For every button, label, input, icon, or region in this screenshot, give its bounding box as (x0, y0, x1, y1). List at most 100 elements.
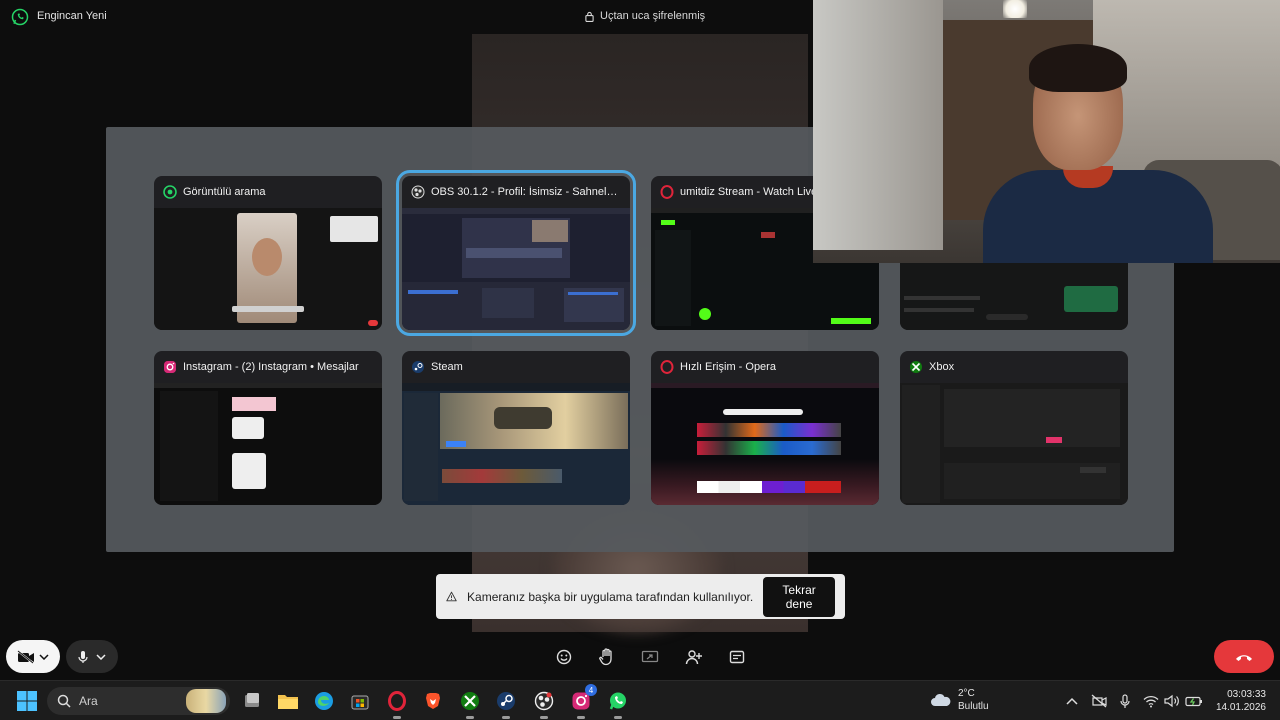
file-explorer-icon (245, 693, 259, 707)
steam-icon (412, 361, 424, 373)
end-call-button[interactable] (1214, 640, 1274, 673)
emoji-reaction-button[interactable] (554, 647, 574, 667)
window-card-header: Hızlı Erişim - Opera (651, 351, 879, 383)
instagram-icon (164, 361, 176, 373)
window-card-instagram[interactable]: Instagram - (2) Instagram • Mesajlar (154, 351, 382, 505)
encryption-text: Uçtan uca şifrelenmiş (600, 10, 706, 22)
obs-icon (411, 185, 425, 199)
window-title: Instagram - (2) Instagram • Mesajlar (183, 361, 359, 373)
microphone-icon (78, 650, 88, 663)
hang-up-icon (1236, 654, 1252, 661)
whatsapp-call-window: Engincan Yeni Uçtan uca şifrelenmiş Görü… (0, 0, 1280, 680)
window-thumbnail (651, 383, 879, 505)
microphone-toggle-button[interactable] (66, 640, 118, 673)
weather-temperature: 2°C (958, 688, 975, 699)
window-title: OBS 30.1.2 - Profil: İsimsiz - Sahneler:… (431, 186, 621, 198)
retry-button[interactable]: Tekrar dene (763, 576, 835, 617)
xbox-icon (461, 692, 479, 710)
window-card-header: Instagram - (2) Instagram • Mesajlar (154, 351, 382, 383)
window-card-opera[interactable]: Hızlı Erişim - Opera (651, 351, 879, 505)
window-card-xbox[interactable]: Xbox (900, 351, 1128, 505)
background-window (813, 0, 943, 250)
window-thumbnail (402, 208, 630, 330)
window-card-obs[interactable]: OBS 30.1.2 - Profil: İsimsiz - Sahneler:… (396, 170, 636, 336)
camera-toggle-button[interactable] (6, 640, 60, 673)
whatsapp-icon (609, 692, 626, 710)
opera-icon (660, 360, 674, 374)
encryption-indicator: Uçtan uca şifrelenmiş (585, 10, 705, 22)
window-card-steam[interactable]: Steam (402, 351, 630, 505)
taskbar-brave[interactable] (421, 689, 445, 713)
taskbar-edge[interactable] (312, 689, 336, 713)
chevron-down-icon[interactable] (96, 653, 106, 660)
windows-taskbar: Ara 4 2°C Bulutlu 03:03:33 14.01.2026 (0, 680, 1280, 720)
window-card-header: Görüntülü arama (154, 176, 382, 208)
weather-widget[interactable]: 2°C Bulutlu (930, 687, 989, 713)
window-card-header: OBS 30.1.2 - Profil: İsimsiz - Sahneler:… (402, 176, 630, 208)
window-title: Steam (431, 361, 463, 373)
tray-volume[interactable] (1163, 692, 1181, 710)
window-title: Hızlı Erişim - Opera (680, 361, 776, 373)
search-highlight-image (186, 689, 226, 713)
window-card-video-call[interactable]: Görüntülü arama (154, 176, 382, 330)
windows-start-icon[interactable] (16, 690, 38, 712)
store-icon (351, 695, 369, 710)
taskbar-instagram[interactable]: 4 (569, 684, 597, 719)
ceiling-light (1003, 0, 1027, 18)
self-video-preview[interactable] (813, 0, 1280, 263)
taskbar-opera[interactable] (385, 689, 409, 719)
cloud-icon (931, 693, 951, 706)
steam-icon (497, 692, 515, 710)
weather-text: 2°C Bulutlu (958, 687, 989, 713)
screen-share-icon (641, 650, 659, 663)
window-title: Görüntülü arama (183, 186, 266, 198)
smiley-icon (556, 649, 572, 665)
search-icon (57, 694, 71, 708)
search-placeholder: Ara (79, 694, 98, 708)
taskbar-file-explorer[interactable] (276, 689, 300, 713)
taskbar-microsoft-store[interactable] (348, 689, 372, 713)
captions-button[interactable] (727, 647, 747, 667)
caller-name: Engincan Yeni (37, 10, 107, 22)
opera-icon (388, 691, 406, 711)
obs-icon (534, 691, 554, 711)
show-hidden-icons-button[interactable] (1063, 692, 1081, 710)
camera-off-icon (17, 649, 34, 664)
battery-charging-icon (1185, 696, 1202, 707)
add-participant-button[interactable] (684, 647, 704, 667)
tray-wifi[interactable] (1142, 692, 1160, 710)
toast-message: Kameranız başka bir uygulama tarafından … (467, 589, 754, 604)
wifi-icon (1143, 695, 1159, 707)
taskbar-clock[interactable]: 03:03:33 14.01.2026 (1214, 688, 1266, 714)
add-person-icon (685, 650, 702, 665)
taskbar-obs[interactable] (532, 689, 556, 719)
window-thumbnail (900, 383, 1128, 505)
opera-icon (660, 185, 674, 199)
edge-icon (315, 692, 333, 710)
taskbar-search-box[interactable]: Ara (47, 687, 230, 715)
tray-battery[interactable] (1185, 692, 1203, 710)
warning-icon (446, 591, 457, 602)
tray-network-off[interactable] (1090, 692, 1108, 710)
folder-icon (278, 695, 298, 709)
webcam-off-icon (1091, 694, 1107, 708)
window-title: umitdiz Stream - Watch Live o (680, 186, 827, 198)
raise-hand-button[interactable] (597, 647, 617, 667)
tray-microphone[interactable] (1116, 692, 1134, 710)
taskbar-task-view[interactable] (240, 689, 264, 713)
chevron-down-icon[interactable] (39, 653, 49, 660)
window-title: Xbox (929, 361, 955, 373)
window-thumbnail (154, 208, 382, 330)
xbox-icon (910, 361, 922, 373)
window-thumbnail (154, 383, 382, 505)
camera-in-use-toast: Kameranız başka bir uygulama tarafından … (436, 574, 845, 619)
self-person (983, 44, 1213, 263)
taskbar-steam[interactable] (494, 689, 518, 719)
speaker-icon (1164, 694, 1179, 708)
captions-icon (729, 650, 745, 664)
share-screen-button[interactable] (640, 647, 660, 667)
notification-badge: 4 (585, 684, 597, 696)
window-card-header: Steam (402, 351, 630, 383)
taskbar-xbox[interactable] (458, 689, 482, 719)
taskbar-whatsapp[interactable] (606, 689, 630, 719)
